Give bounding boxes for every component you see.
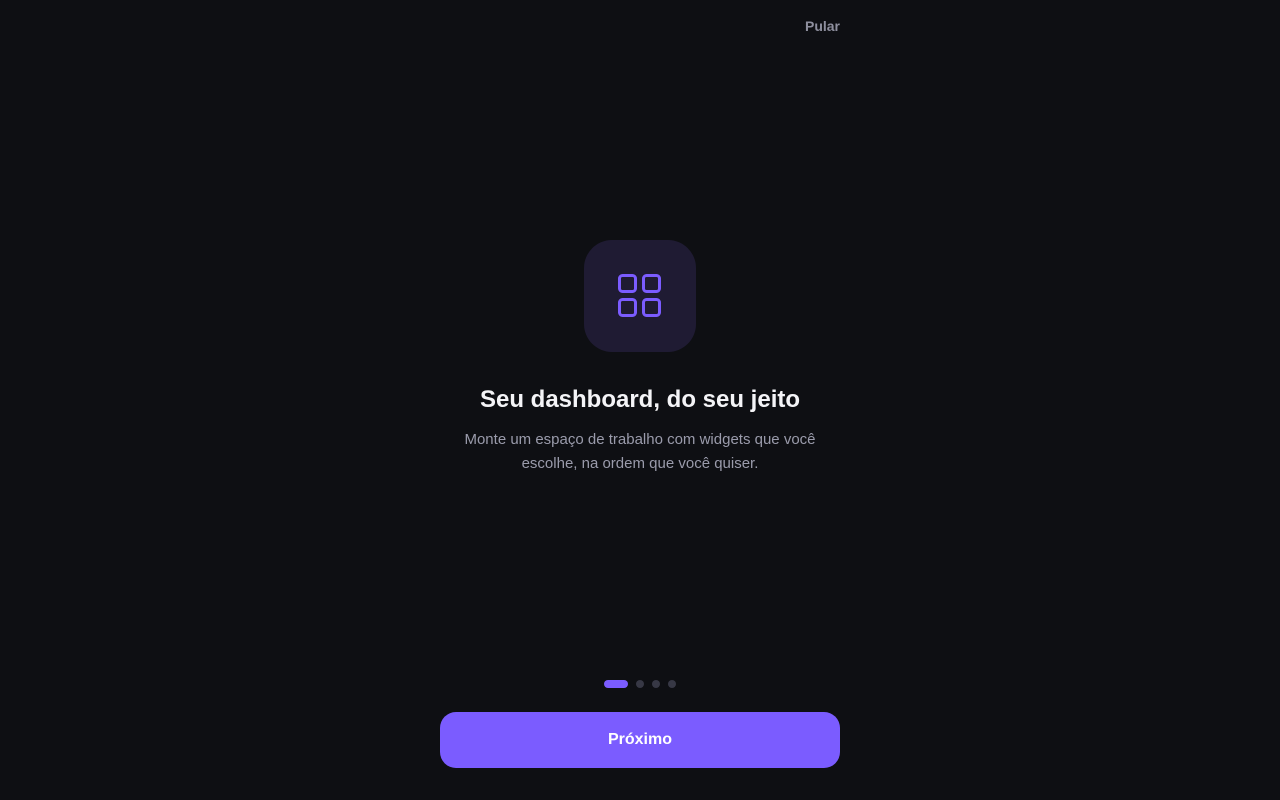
page-dot-3[interactable] bbox=[652, 680, 660, 688]
grid-icon bbox=[618, 274, 661, 317]
page-indicator bbox=[604, 680, 676, 688]
page-dot-4[interactable] bbox=[668, 680, 676, 688]
next-button[interactable]: Próximo bbox=[440, 712, 840, 768]
page-dot-2[interactable] bbox=[636, 680, 644, 688]
slide-title: Seu dashboard, do seu jeito bbox=[479, 386, 801, 413]
feature-icon-tile bbox=[584, 240, 696, 352]
slide-description: Monte um espaço de trabalho com widgets … bbox=[464, 431, 816, 472]
onboarding-screen: Pular Seu dashboard, do seu jeito Monte … bbox=[0, 0, 1280, 800]
page-dot-1[interactable] bbox=[604, 680, 628, 688]
skip-link[interactable]: Pular bbox=[782, 17, 840, 35]
